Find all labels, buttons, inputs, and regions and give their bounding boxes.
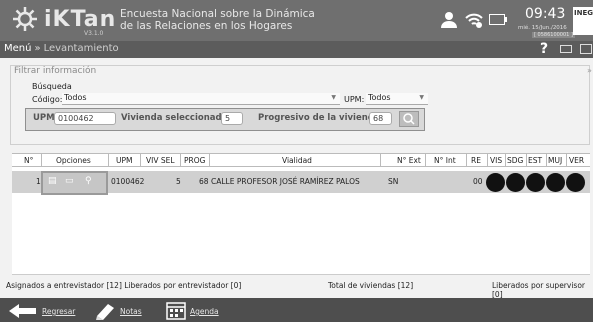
document-icon[interactable]: ▤: [48, 176, 57, 186]
chevron-down-icon: ▼: [419, 94, 424, 101]
column-divider: [505, 153, 506, 167]
column-divider: [466, 153, 467, 167]
app-header: iKTan V3.1.0 Encuesta Nacional sobre la …: [0, 0, 593, 41]
user-icon[interactable]: [440, 11, 458, 29]
collapse-icon[interactable]: »: [587, 66, 592, 75]
breadcrumb-current: Levantamiento: [43, 43, 119, 54]
col-header-ver: VER: [569, 156, 585, 165]
agenda-button[interactable]: Agenda: [166, 301, 238, 320]
col-header-upm: UPM: [116, 156, 133, 165]
arrow-left-icon: [9, 304, 36, 318]
col-header-n-int: N° Int: [434, 156, 456, 165]
progresivo-field[interactable]: 68: [369, 112, 392, 125]
col-header-n: N°: [24, 156, 34, 165]
progresivo-label: Progresivo de la vivienda:: [258, 113, 383, 123]
col-header-prog: PROG: [184, 156, 206, 165]
upm-field[interactable]: 0100462: [54, 112, 116, 125]
location-pin-icon[interactable]: ⚲: [85, 176, 92, 186]
col-header-sdg: SDG: [507, 156, 524, 165]
clock-time: 09:43: [525, 6, 566, 22]
notes-icon: [96, 304, 114, 320]
battery-icon: [489, 14, 507, 25]
notes-button[interactable]: Notas: [94, 301, 160, 320]
breadcrumb: Menú» Levantamiento: [4, 43, 119, 54]
survey-title-line2: de las Relaciones en los Hogares: [120, 20, 293, 32]
id-card-icon[interactable]: ▭: [65, 176, 74, 186]
col-header-muj: MUJ: [548, 156, 563, 165]
codigo-select-value: Todos: [64, 93, 87, 102]
status-dot-est[interactable]: [526, 173, 545, 192]
back-button-label: Regresar: [42, 307, 76, 316]
status-dot-muj[interactable]: [546, 173, 565, 192]
breadcrumb-separator: »: [34, 43, 41, 54]
search-section-label: Búsqueda: [32, 82, 72, 91]
chevron-down-icon: ▼: [331, 94, 336, 101]
status-dot-vis[interactable]: [486, 173, 505, 192]
row-options: ▤ ▭ ⚲: [41, 171, 108, 195]
wifi-icon: [465, 13, 483, 28]
inegi-logo-icon: [13, 7, 37, 31]
status-dot-ver[interactable]: [566, 173, 585, 192]
col-header-opciones: Opciones: [56, 156, 91, 165]
cell-vialidad: CALLE PROFESOR JOSÉ RAMÍREZ PALOS: [211, 177, 360, 186]
column-divider: [108, 153, 109, 167]
window-icon[interactable]: [580, 44, 592, 54]
column-divider: [487, 153, 488, 167]
vivienda-label: Vivienda seleccionada:: [121, 113, 231, 123]
assigned-stats: Asignados a entrevistador [12] Liberados…: [6, 281, 242, 290]
col-header-est: EST: [528, 156, 543, 165]
keyboard-icon[interactable]: [560, 45, 572, 53]
device-code: [ 0586100001 ]: [532, 32, 575, 38]
cell-n-ext: SN: [388, 177, 399, 186]
filter-panel: [10, 65, 590, 145]
calendar-icon: [166, 302, 186, 320]
col-header-vis: VIS: [490, 156, 503, 165]
codigo-select[interactable]: Todos ▼: [62, 93, 340, 105]
cell-viv-sel: 5: [176, 177, 181, 186]
status-dot-sdg[interactable]: [506, 173, 525, 192]
column-divider: [566, 153, 567, 167]
codigo-label: Código:: [32, 95, 63, 104]
filter-title[interactable]: Filtrar información: [14, 66, 96, 76]
column-divider: [526, 153, 527, 167]
supervisor-stats: Liberados por supervisor [0]: [492, 281, 585, 299]
upm-select[interactable]: Todos ▼: [366, 93, 428, 105]
cell-re: 00: [473, 177, 483, 186]
column-divider: [209, 153, 210, 167]
upm-filter-label: UPM:: [344, 95, 365, 104]
survey-title-line1: Encuesta Nacional sobre la Dinámica: [120, 8, 315, 20]
survey-title: Encuesta Nacional sobre la Dinámica de l…: [120, 8, 315, 32]
col-header-n-ext: N° Ext: [397, 156, 421, 165]
column-divider: [425, 153, 426, 167]
column-divider: [380, 153, 381, 167]
total-stats: Total de viviendas [12]: [328, 281, 414, 290]
column-divider: [546, 153, 547, 167]
col-header-vialidad: Vialidad: [282, 156, 312, 165]
inegi-badge: INEG: [573, 7, 593, 35]
col-header-viv-sel: VIV SEL: [146, 156, 175, 165]
vivienda-field[interactable]: 5: [221, 112, 243, 125]
notes-button-label: Notas: [120, 307, 142, 316]
search-button[interactable]: [399, 111, 419, 127]
upm-select-value: Todos: [368, 93, 391, 102]
app-logo: iKTan: [44, 7, 117, 32]
search-icon: [403, 113, 415, 125]
agenda-button-label: Agenda: [190, 307, 219, 316]
back-button[interactable]: Regresar: [8, 301, 84, 320]
help-icon[interactable]: ?: [540, 41, 548, 57]
navigation-bar: Menú» Levantamiento ?: [0, 41, 593, 58]
breadcrumb-menu[interactable]: Menú: [4, 43, 31, 54]
column-divider: [41, 153, 42, 167]
col-header-re: RE: [471, 156, 481, 165]
app-version: V3.1.0: [84, 30, 104, 37]
clock-date: mié. 15/Jun./2016: [518, 25, 567, 31]
cell-prog: 68: [199, 177, 209, 186]
bottom-toolbar: [0, 298, 593, 322]
column-divider: [140, 153, 141, 167]
cell-upm: 0100462: [111, 177, 145, 186]
column-divider: [180, 153, 181, 167]
